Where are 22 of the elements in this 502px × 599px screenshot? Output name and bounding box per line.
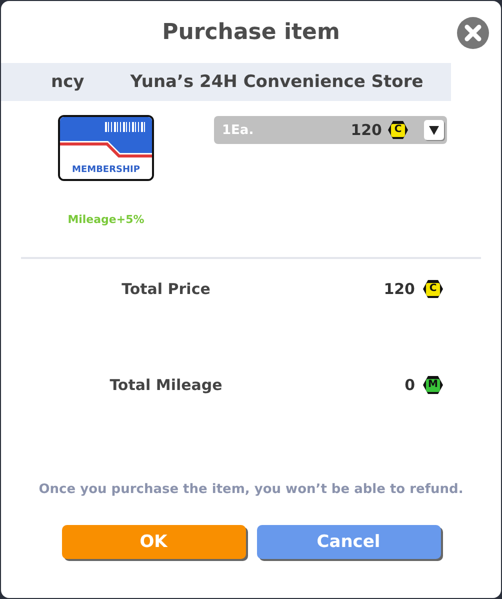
- close-button[interactable]: [457, 17, 489, 49]
- caret-icon: [429, 126, 439, 134]
- marquee-text: Yuna’s 24H Convenience Store: [130, 72, 424, 92]
- coin-icon: C: [423, 280, 443, 298]
- total-label: Total Price: [120, 280, 212, 298]
- mileage-icon: M: [423, 376, 443, 394]
- dialog-title: Purchase item: [162, 20, 340, 44]
- total-value: 0: [404, 376, 415, 394]
- coin-icon: C: [388, 121, 408, 139]
- dropdown-button[interactable]: [424, 120, 444, 140]
- marquee-text: ncy: [51, 72, 84, 92]
- unit-price: 120: [350, 121, 382, 139]
- refund-notice: Once you purchase the item, you won’t be able to refund.: [38, 482, 464, 497]
- quantity-dropdown[interactable]: 1Ea. 120 C: [214, 116, 447, 144]
- ok-button[interactable]: OK: [62, 525, 246, 559]
- close-icon: [457, 17, 489, 49]
- total-value: 120: [382, 280, 415, 298]
- mileage-bonus: Mileage+5%: [68, 213, 144, 226]
- total-label: Total Mileage: [108, 376, 224, 394]
- quantity-value: 1Ea.: [222, 122, 255, 138]
- card-label: MEMBERSHIP: [71, 165, 141, 175]
- cancel-button[interactable]: Cancel: [256, 525, 440, 559]
